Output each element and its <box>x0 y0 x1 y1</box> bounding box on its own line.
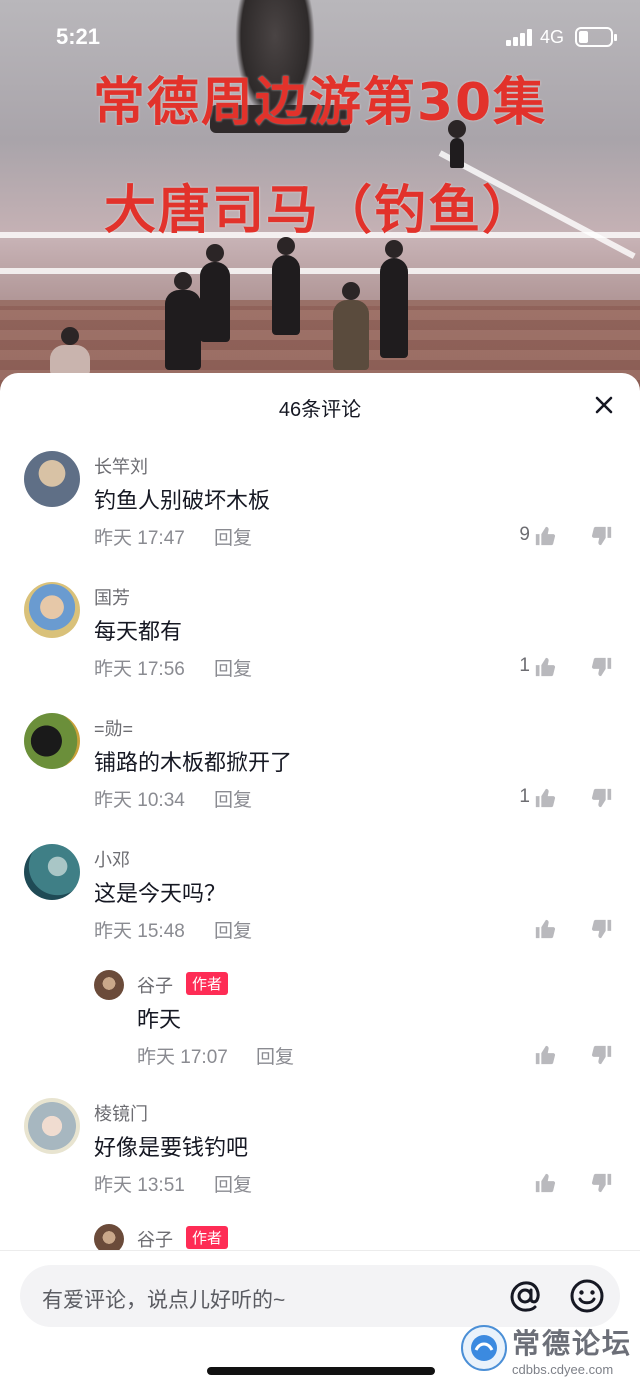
comment-item[interactable]: 小邓 这是今天吗？ 昨天 15:48 回复 <box>0 838 640 969</box>
comment-item[interactable]: 国芳 每天都有 昨天 17:56 回复 1 <box>0 576 640 707</box>
avatar[interactable] <box>24 844 80 900</box>
like-count: 1 <box>519 786 530 807</box>
thumbs-up-icon[interactable] <box>534 656 556 678</box>
watermark-title: 常德论坛 <box>512 1327 633 1360</box>
comment-sheet: 46条评论 长竿刘 钓鱼人别破坏木板 昨天 17:47 回复 9 国芳 每天都有… <box>0 373 640 1385</box>
reply-username[interactable]: 谷子 <box>137 1226 173 1252</box>
comment-text: 铺路的木板都掀开了 <box>94 750 293 775</box>
person-figure <box>165 272 201 370</box>
mention-at-icon[interactable] <box>506 1277 544 1315</box>
avatar[interactable] <box>24 713 80 769</box>
comment-list[interactable]: 长竿刘 钓鱼人别破坏木板 昨天 17:47 回复 9 国芳 每天都有 昨天 17… <box>0 445 640 1346</box>
comment-username[interactable]: 长竿刘 <box>94 453 148 479</box>
reply-username[interactable]: 谷子 <box>137 972 173 998</box>
person-figure <box>50 327 90 375</box>
site-watermark: 常德论坛 cdbbs.cdyee.com <box>450 1318 640 1382</box>
comment-time: 昨天 15:48 <box>94 921 185 942</box>
thumbs-down-icon[interactable] <box>591 525 613 547</box>
like-count: 1 <box>519 655 530 676</box>
status-time: 5:21 <box>56 24 101 49</box>
comment-time: 昨天 17:47 <box>94 528 185 549</box>
video-preview[interactable]: 常德周边游第30集 大唐司马（钓鱼） 5:21 4G <box>0 0 640 400</box>
reply-button[interactable]: 回复 <box>214 916 252 943</box>
watermark-url: cdbbs.cdyee.com <box>512 1362 614 1377</box>
avatar[interactable] <box>24 1098 80 1154</box>
person-figure <box>333 282 369 370</box>
comment-item[interactable]: 长竿刘 钓鱼人别破坏木板 昨天 17:47 回复 9 <box>0 445 640 576</box>
comment-count-title: 46条评论 <box>278 399 362 421</box>
comment-username[interactable]: =勋= <box>94 715 133 741</box>
reply-time: 昨天 17:07 <box>137 1047 228 1068</box>
reply-button[interactable]: 回复 <box>256 1042 294 1069</box>
reply-text: 昨天 <box>137 1007 182 1032</box>
thumbs-up-icon[interactable] <box>534 787 556 809</box>
comment-text: 钓鱼人别破坏木板 <box>94 488 271 513</box>
person-figure <box>272 237 300 335</box>
avatar[interactable] <box>24 582 80 638</box>
comment-time: 昨天 17:56 <box>94 659 185 680</box>
like-count: 9 <box>519 524 530 545</box>
comment-username[interactable]: 棱镜门 <box>94 1100 148 1126</box>
thumbs-up-icon[interactable] <box>534 1044 556 1066</box>
comment-time: 昨天 13:51 <box>94 1175 185 1196</box>
comment-text: 好像是要钱钓吧 <box>94 1135 249 1160</box>
author-badge: 作者 <box>186 1226 229 1249</box>
reply-item[interactable]: 谷子 作者 昨天 昨天 17:07 回复 <box>0 962 640 1092</box>
railing <box>0 268 640 274</box>
thumbs-down-icon[interactable] <box>591 918 613 940</box>
sheet-header: 46条评论 <box>0 373 640 435</box>
comment-text: 这是今天吗？ <box>94 881 227 906</box>
person-figure <box>200 244 230 342</box>
thumbs-up-icon[interactable] <box>534 1172 556 1194</box>
person-figure <box>380 240 408 358</box>
comment-text: 每天都有 <box>94 619 183 644</box>
avatar[interactable] <box>24 451 80 507</box>
comment-time: 昨天 10:34 <box>94 790 185 811</box>
comment-item[interactable]: =勋= 铺路的木板都掀开了 昨天 10:34 回复 1 <box>0 707 640 838</box>
author-badge: 作者 <box>186 972 229 995</box>
emoji-icon[interactable] <box>568 1277 606 1315</box>
avatar[interactable] <box>94 970 124 1000</box>
home-indicator[interactable] <box>207 1367 435 1375</box>
close-icon[interactable] <box>592 393 616 417</box>
thumbs-up-icon[interactable] <box>534 525 556 547</box>
network-type: 4G <box>540 27 565 47</box>
status-bar: 5:21 4G <box>0 0 640 76</box>
comment-username[interactable]: 小邓 <box>94 846 130 872</box>
thumbs-down-icon[interactable] <box>591 656 613 678</box>
person-figure <box>448 120 466 168</box>
comment-input-placeholder: 有爱评论，说点儿好听的~ <box>42 1289 286 1312</box>
reply-button[interactable]: 回复 <box>214 654 252 681</box>
thumbs-down-icon[interactable] <box>591 787 613 809</box>
comment-item[interactable]: 棱镜门 好像是要钱钓吧 昨天 13:51 回复 <box>0 1092 640 1223</box>
comment-username[interactable]: 国芳 <box>94 584 130 610</box>
reply-button[interactable]: 回复 <box>214 785 252 812</box>
thumbs-up-icon[interactable] <box>534 918 556 940</box>
battery-icon <box>575 27 617 47</box>
thumbs-down-icon[interactable] <box>591 1044 613 1066</box>
signal-icon <box>506 28 534 46</box>
video-title-line2: 大唐司马（钓鱼） <box>103 181 536 241</box>
reply-button[interactable]: 回复 <box>214 1170 252 1197</box>
thumbs-down-icon[interactable] <box>591 1172 613 1194</box>
forum-logo-icon <box>461 1325 507 1371</box>
reply-button[interactable]: 回复 <box>214 523 252 550</box>
